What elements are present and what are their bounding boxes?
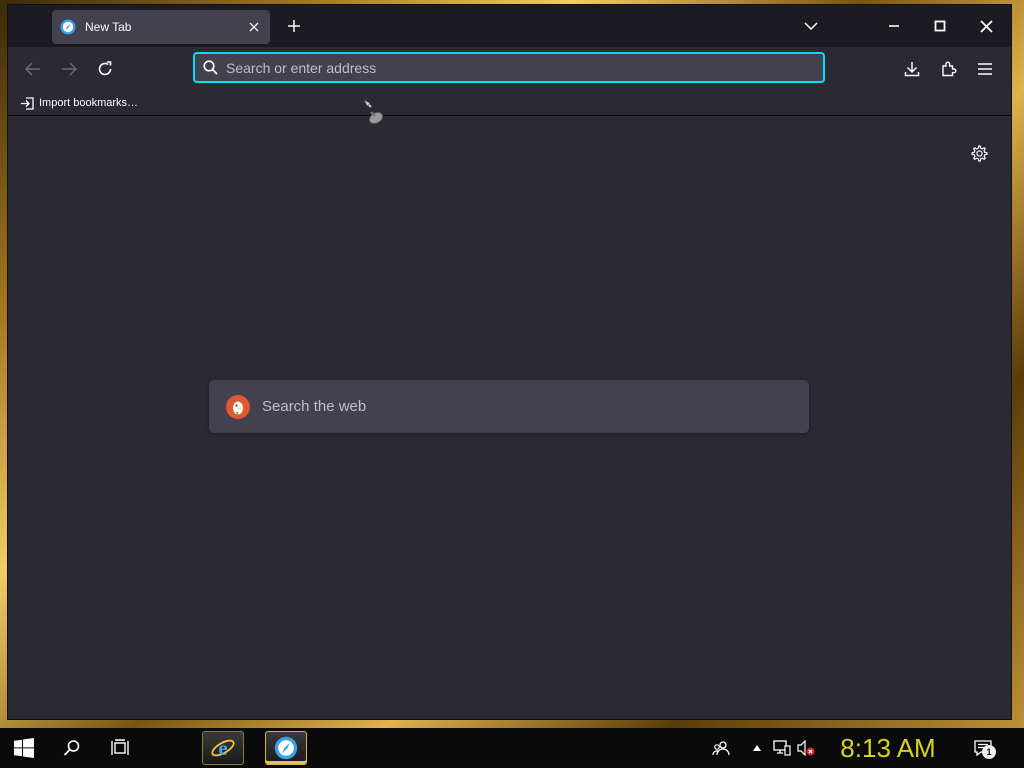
browser-window: New Tab Search or enter address Import b… [8,5,1011,719]
back-arrow-icon [25,62,40,76]
taskbar-app-browser[interactable] [265,731,307,765]
close-window-button[interactable] [963,5,1009,47]
reload-button[interactable] [91,55,119,83]
app-menu-button[interactable] [971,55,999,83]
taskbar: e 8:13 AM 1 [0,728,1024,768]
action-center-button[interactable]: 1 [970,728,996,768]
show-hidden-icons-button[interactable] [749,728,765,768]
close-icon [979,19,993,33]
plus-icon [288,20,300,32]
network-status-button[interactable] [771,728,793,768]
volume-muted-icon [797,740,815,756]
new-tab-button[interactable] [282,14,306,38]
gear-icon [970,144,988,162]
maximize-button[interactable] [917,5,963,47]
downloads-button[interactable] [898,55,926,83]
minimize-button[interactable] [871,5,917,47]
task-view-icon [111,739,129,755]
task-view-button[interactable] [104,728,136,768]
taskbar-app-internet-explorer[interactable]: e [202,731,244,765]
browser-favicon-icon [60,19,76,35]
menu-icon [978,63,992,75]
download-icon [904,62,920,77]
back-button[interactable] [19,55,47,83]
ie-icon: e [211,736,235,760]
people-icon [712,741,730,756]
close-tab-button[interactable] [242,15,266,39]
extensions-button[interactable] [935,55,963,83]
address-bar[interactable] [193,52,825,83]
forward-arrow-icon [62,62,77,76]
maximize-icon [934,20,946,32]
web-search-box[interactable]: Search the web [209,380,809,433]
browser-favicon-icon [274,736,298,760]
start-button[interactable] [8,728,40,768]
tab-title: New Tab [85,20,132,34]
people-button[interactable] [708,728,734,768]
new-tab-page: Search the web [8,117,1011,719]
network-icon [773,740,791,756]
personalize-settings-button[interactable] [968,142,990,164]
forward-button[interactable] [55,55,83,83]
taskbar-clock[interactable]: 8:13 AM [828,728,948,768]
import-icon [21,96,34,110]
web-search-placeholder: Search the web [262,398,367,415]
volume-button[interactable] [795,728,817,768]
chevron-down-icon [804,22,818,31]
notification-count-badge: 1 [982,745,996,759]
tab-new-tab[interactable]: New Tab [52,10,270,44]
extensions-icon [942,61,957,77]
search-icon [203,60,218,75]
bookmarks-toolbar: Import bookmarks… [8,89,1011,116]
taskbar-search-button[interactable] [56,728,88,768]
navigation-toolbar [8,47,1011,89]
reload-icon [98,61,112,76]
close-icon [249,22,259,32]
minimize-icon [889,25,899,27]
svg-text:e: e [218,736,227,760]
import-bookmarks-button[interactable]: Import bookmarks… [20,94,138,112]
address-input[interactable] [226,59,786,76]
duckduckgo-icon [226,394,250,419]
import-bookmarks-label: Import bookmarks… [39,97,139,109]
chevron-up-icon [753,745,761,751]
windows-start-icon [14,738,34,758]
tab-strip: New Tab [8,5,1011,47]
search-icon [63,740,80,756]
mouse-cursor [364,100,383,124]
list-all-tabs-button[interactable] [798,14,824,38]
